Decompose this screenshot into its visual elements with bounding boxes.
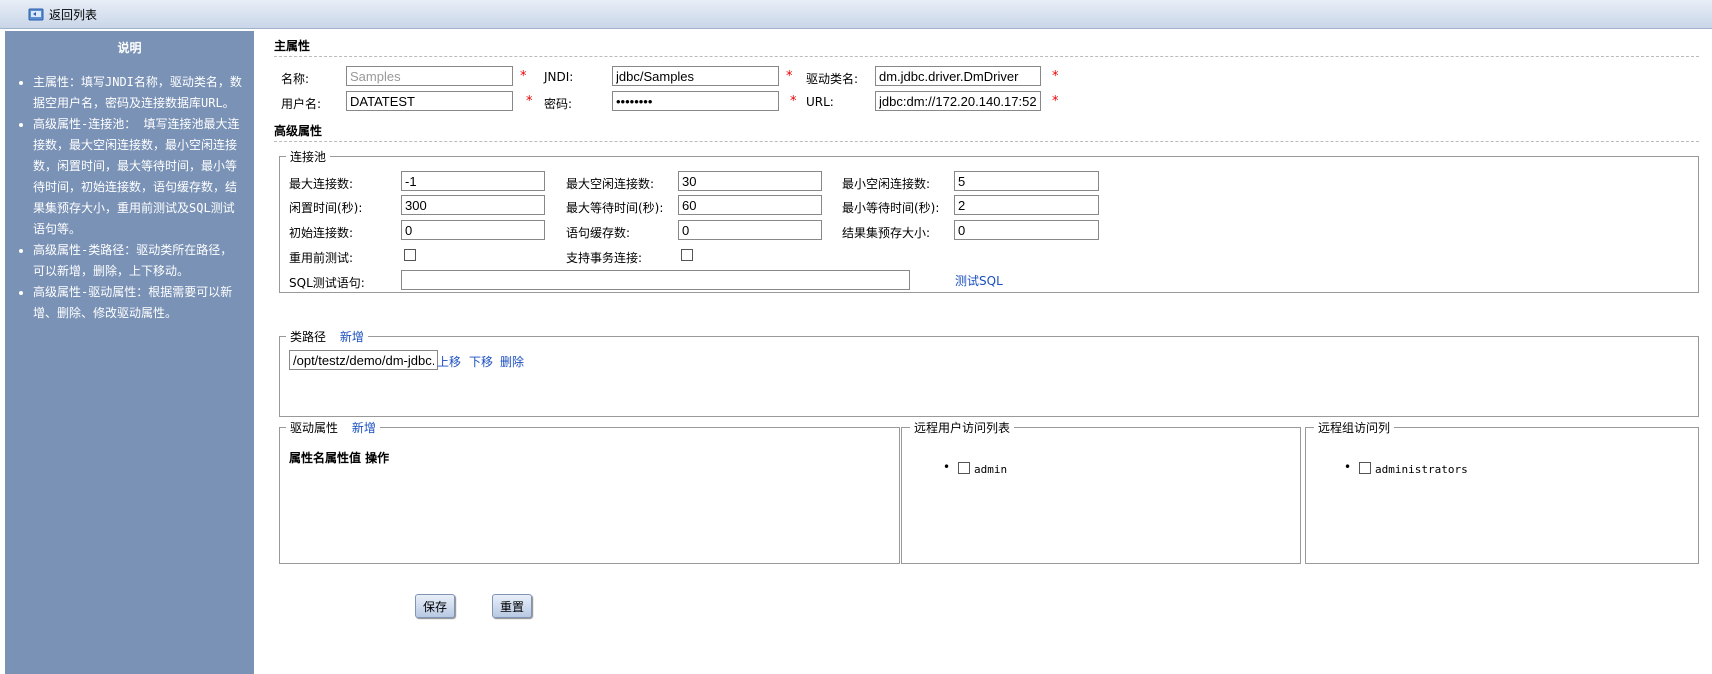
divider bbox=[274, 56, 1699, 57]
sql-test-label: SQL测试语句: bbox=[289, 276, 365, 290]
driver-properties-group: 驱动属性 新增 属性名属性值 操作 bbox=[279, 419, 900, 564]
password-label: 密码: bbox=[544, 97, 573, 111]
driver-properties-legend-label: 驱动属性 bbox=[290, 421, 339, 435]
back-to-list-label: 返回列表 bbox=[49, 8, 98, 22]
divider bbox=[274, 141, 1699, 142]
advanced-props-title: 高级属性 bbox=[274, 124, 323, 138]
main-props-title: 主属性 bbox=[274, 39, 311, 53]
name-label: 名称: bbox=[281, 72, 310, 86]
required-mark: * bbox=[786, 69, 793, 84]
sidebar-title: 说明 bbox=[117, 41, 142, 55]
min-idle-label: 最小空闲连接数: bbox=[842, 177, 931, 191]
max-idle-input[interactable] bbox=[678, 171, 822, 191]
statement-cache-input[interactable] bbox=[678, 220, 822, 240]
connection-pool-group: 连接池 最大连接数: 最大空闲连接数: 最小空闲连接数: 闲置时间(秒): 最大… bbox=[279, 148, 1699, 293]
classpath-add-link[interactable]: 新增 bbox=[340, 330, 364, 344]
required-mark: * bbox=[526, 94, 533, 109]
test-before-reuse-checkbox[interactable] bbox=[404, 249, 416, 261]
classpath-legend: 类路径 新增 bbox=[286, 328, 368, 345]
driver-properties-add-link[interactable]: 新增 bbox=[352, 421, 376, 435]
username-input[interactable] bbox=[346, 91, 513, 111]
max-connections-input[interactable] bbox=[401, 171, 545, 191]
max-wait-label: 最大等待时间(秒): bbox=[566, 201, 664, 215]
back-to-list-button[interactable]: 返回列表 bbox=[28, 6, 97, 23]
classpath-group: 类路径 新增 上移 下移 删除 bbox=[279, 328, 1699, 417]
url-input[interactable] bbox=[875, 91, 1041, 111]
result-set-size-label: 结果集预存大小: bbox=[842, 226, 931, 240]
top-toolbar: 返回列表 bbox=[0, 0, 1712, 29]
max-connections-label: 最大连接数: bbox=[289, 177, 354, 191]
remote-users-legend: 远程用户访问列表 bbox=[910, 419, 1015, 436]
help-item-classpath: 高级属性-类路径：驱动类所在路径，可以新增，删除，上下移动。 bbox=[33, 240, 242, 282]
username-label: 用户名: bbox=[281, 97, 322, 111]
remote-group-administrators-label: administrators bbox=[1375, 463, 1468, 476]
jndi-input[interactable] bbox=[612, 66, 779, 86]
remote-user-admin-checkbox[interactable] bbox=[958, 462, 970, 474]
transaction-support-checkbox[interactable] bbox=[681, 249, 693, 261]
list-bullet: • bbox=[943, 460, 951, 474]
move-down-link[interactable]: 下移 bbox=[469, 353, 493, 370]
remote-groups-legend: 远程组访问列 bbox=[1314, 419, 1395, 436]
max-idle-label: 最大空闲连接数: bbox=[566, 177, 655, 191]
required-mark: * bbox=[520, 69, 527, 84]
max-wait-input[interactable] bbox=[678, 195, 822, 215]
test-before-reuse-label: 重用前测试: bbox=[289, 251, 354, 265]
url-label: URL: bbox=[806, 95, 834, 109]
sql-test-input[interactable] bbox=[401, 270, 910, 290]
min-idle-input[interactable] bbox=[954, 171, 1099, 191]
driver-class-input[interactable] bbox=[875, 66, 1041, 86]
move-up-link[interactable]: 上移 bbox=[437, 353, 461, 370]
list-bullet: • bbox=[1344, 460, 1352, 474]
idle-time-label: 闲置时间(秒): bbox=[289, 201, 363, 215]
delete-link[interactable]: 删除 bbox=[500, 353, 524, 370]
save-button[interactable]: 保存 bbox=[415, 594, 456, 618]
remote-user-admin-label: admin bbox=[974, 463, 1008, 476]
required-mark: * bbox=[1052, 69, 1059, 84]
result-set-size-input[interactable] bbox=[954, 220, 1099, 240]
remote-groups-group: 远程组访问列 • administrators bbox=[1305, 419, 1699, 564]
idle-time-input[interactable] bbox=[401, 195, 545, 215]
classpath-legend-label: 类路径 bbox=[290, 330, 327, 344]
help-list: 主属性：填写JNDI名称，驱动类名，数据空用户名，密码及连接数据库URL。 高级… bbox=[5, 72, 254, 324]
min-wait-input[interactable] bbox=[954, 195, 1099, 215]
classpath-input[interactable] bbox=[289, 350, 438, 370]
remote-group-administrators-checkbox[interactable] bbox=[1359, 462, 1371, 474]
jndi-label: JNDI: bbox=[544, 70, 574, 84]
initial-connections-input[interactable] bbox=[401, 220, 545, 240]
remote-users-group: 远程用户访问列表 • admin bbox=[901, 419, 1301, 564]
help-item-pool: 高级属性-连接池： 填写连接池最大连接数，最大空闲连接数，最小空闲连接数，闲置时… bbox=[33, 114, 242, 240]
driver-class-label: 驱动类名: bbox=[806, 72, 859, 86]
required-mark: * bbox=[790, 94, 797, 109]
statement-cache-label: 语句缓存数: bbox=[566, 226, 631, 240]
password-input[interactable] bbox=[612, 91, 779, 111]
test-sql-link[interactable]: 测试SQL bbox=[955, 272, 1003, 289]
back-list-icon bbox=[28, 8, 44, 22]
help-item-driver-props: 高级属性-驱动属性：根据需要可以新增、删除、修改驱动属性。 bbox=[33, 282, 242, 324]
required-mark: * bbox=[1052, 94, 1059, 109]
transaction-support-label: 支持事务连接: bbox=[566, 251, 643, 265]
driver-properties-table-header: 属性名属性值 操作 bbox=[289, 451, 390, 465]
connection-pool-legend: 连接池 bbox=[286, 148, 331, 165]
driver-properties-legend: 驱动属性 新增 bbox=[286, 419, 380, 436]
min-wait-label: 最小等待时间(秒): bbox=[842, 201, 940, 215]
help-item-main: 主属性：填写JNDI名称，驱动类名，数据空用户名，密码及连接数据库URL。 bbox=[33, 72, 242, 114]
help-sidebar: 说明 主属性：填写JNDI名称，驱动类名，数据空用户名，密码及连接数据库URL。… bbox=[5, 31, 254, 674]
initial-connections-label: 初始连接数: bbox=[289, 226, 354, 240]
reset-button[interactable]: 重置 bbox=[492, 594, 533, 618]
name-input[interactable] bbox=[346, 66, 513, 86]
